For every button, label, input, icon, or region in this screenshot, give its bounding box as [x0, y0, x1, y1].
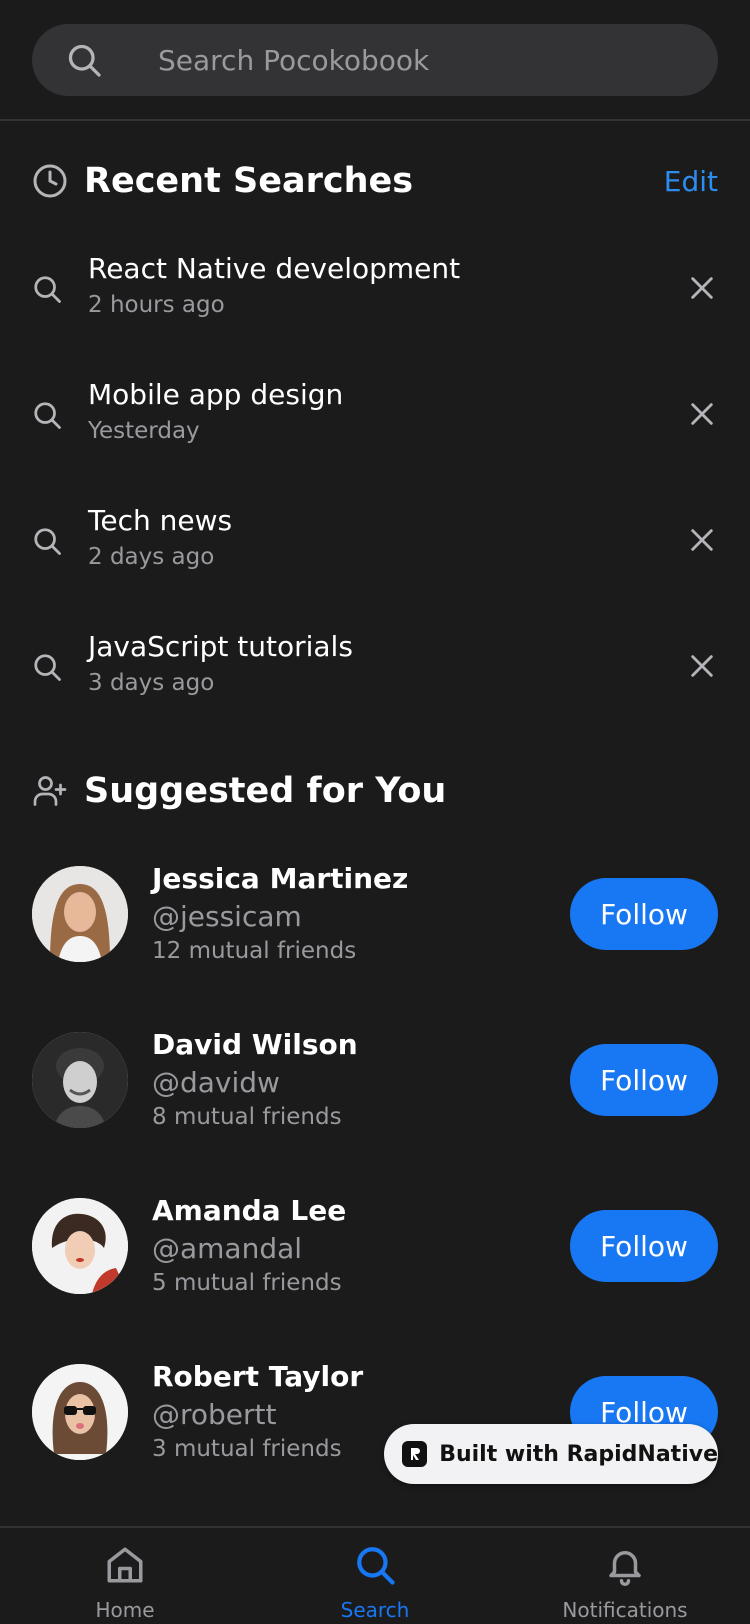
recent-search-item[interactable]: React Native development 2 hours ago: [32, 252, 718, 332]
tab-bar: Home Search Notifications: [0, 1526, 750, 1624]
search-icon: [34, 402, 61, 429]
tab-notifications[interactable]: Notifications: [500, 1528, 750, 1624]
suggested-user-row: David Wilson @davidw 8 mutual friends Fo…: [32, 1028, 718, 1130]
search-icon: [357, 1547, 395, 1585]
close-icon[interactable]: [688, 274, 716, 302]
search-bar[interactable]: [32, 24, 718, 96]
suggested-title: Suggested for You: [84, 771, 447, 811]
recent-searches-title: Recent Searches: [84, 161, 414, 201]
add-user-icon: [33, 776, 67, 806]
recent-search-query: JavaScript tutorials: [88, 630, 353, 663]
clock-icon: [33, 164, 67, 198]
user-handle: @jessicam: [152, 900, 302, 933]
recent-search-query: Mobile app design: [88, 378, 344, 411]
tab-label: Search: [340, 1598, 410, 1622]
suggested-user-row: Amanda Lee @amandal 5 mutual friends Fol…: [32, 1194, 718, 1296]
search-icon: [34, 276, 61, 303]
close-icon[interactable]: [688, 526, 716, 554]
recent-search-time: Yesterday: [88, 418, 200, 444]
tab-label: Home: [95, 1598, 155, 1622]
built-with-badge[interactable]: Built with RapidNative: [384, 1424, 718, 1484]
avatar[interactable]: [32, 866, 128, 962]
recent-search-query: React Native development: [88, 252, 461, 285]
mutual-friends: 3 mutual friends: [152, 1436, 342, 1462]
user-name[interactable]: Robert Taylor: [152, 1360, 363, 1393]
follow-button[interactable]: Follow: [570, 1210, 718, 1282]
close-icon[interactable]: [688, 400, 716, 428]
user-handle: @robertt: [152, 1398, 277, 1431]
home-icon: [107, 1547, 143, 1583]
suggested-header: Suggested for You: [32, 766, 718, 816]
close-icon[interactable]: [688, 652, 716, 680]
recent-search-item[interactable]: Tech news 2 days ago: [32, 504, 718, 584]
recent-search-time: 2 hours ago: [88, 292, 225, 318]
suggested-user-row: Jessica Martinez @jessicam 12 mutual fri…: [32, 862, 718, 964]
edit-button[interactable]: Edit: [664, 165, 718, 198]
search-header: [0, 0, 750, 121]
mutual-friends: 12 mutual friends: [152, 938, 357, 964]
badge-label: Built with RapidNative: [439, 1441, 718, 1467]
tab-search[interactable]: Search: [250, 1528, 500, 1624]
tab-home[interactable]: Home: [0, 1528, 250, 1624]
user-handle: @amandal: [152, 1232, 303, 1265]
recent-search-query: Tech news: [88, 504, 233, 537]
avatar[interactable]: [32, 1364, 128, 1460]
avatar[interactable]: [32, 1032, 128, 1128]
rapidnative-logo-icon: [402, 1441, 428, 1467]
recent-search-item[interactable]: JavaScript tutorials 3 days ago: [32, 630, 718, 710]
user-name[interactable]: Amanda Lee: [152, 1194, 346, 1227]
recent-search-time: 3 days ago: [88, 670, 215, 696]
search-icon: [68, 44, 101, 77]
follow-button[interactable]: Follow: [570, 878, 718, 950]
search-icon: [34, 654, 61, 681]
user-handle: @davidw: [152, 1066, 280, 1099]
follow-button[interactable]: Follow: [570, 1044, 718, 1116]
recent-search-item[interactable]: Mobile app design Yesterday: [32, 378, 718, 458]
user-name[interactable]: Jessica Martinez: [152, 862, 408, 895]
mutual-friends: 8 mutual friends: [152, 1104, 342, 1130]
mutual-friends: 5 mutual friends: [152, 1270, 342, 1296]
avatar[interactable]: [32, 1198, 128, 1294]
search-input[interactable]: [158, 24, 678, 96]
tab-label: Notifications: [562, 1598, 688, 1622]
search-icon: [34, 528, 61, 555]
user-name[interactable]: David Wilson: [152, 1028, 358, 1061]
bell-icon: [609, 1551, 641, 1586]
recent-search-time: 2 days ago: [88, 544, 215, 570]
recent-searches-header: Recent Searches Edit: [32, 156, 718, 206]
